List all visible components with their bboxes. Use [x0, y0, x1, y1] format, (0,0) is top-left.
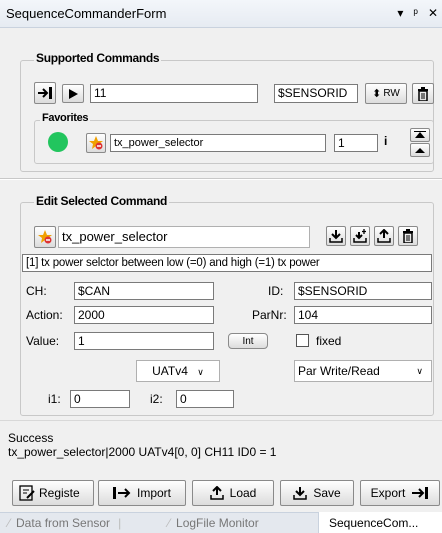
- command-name-field[interactable]: tx_power_selector: [58, 226, 310, 248]
- download-icon: [329, 230, 343, 243]
- edit-favorite-star-button[interactable]: [34, 226, 56, 248]
- pin-icon[interactable]: ᵖ: [413, 6, 418, 20]
- close-icon[interactable]: ✕: [428, 6, 438, 20]
- load-button[interactable]: Load: [192, 480, 274, 506]
- updown-arrow-icon: ⬍: [372, 88, 382, 100]
- title-controls: ▾ ᵖ ✕: [397, 6, 438, 20]
- delete-command-button[interactable]: [398, 226, 418, 246]
- command-description-field[interactable]: [1] tx power selctor between low (=0) an…: [22, 254, 432, 272]
- value-input[interactable]: 1: [74, 332, 214, 350]
- favorite-status-dot[interactable]: [48, 132, 68, 152]
- download-icon: [293, 487, 308, 500]
- favorite-info-label: i: [384, 134, 388, 148]
- mode-select-value: Par Write/Read: [298, 364, 380, 378]
- edit-command-title: Edit Selected Command: [34, 194, 170, 208]
- supported-commands-title: Supported Commands: [34, 51, 162, 65]
- play-button[interactable]: [62, 84, 84, 103]
- parnr-label: ParNr:: [252, 308, 287, 322]
- tab-sequence-commander[interactable]: SequenceCom...: [318, 512, 442, 533]
- parnr-input[interactable]: 104: [294, 306, 432, 324]
- edit-document-icon: [19, 485, 35, 501]
- bottom-toolbar: Registe Import Load Save Export: [0, 476, 442, 512]
- trash-icon: [403, 229, 413, 243]
- tab-sequence-commander-label: SequenceCom...: [329, 515, 419, 530]
- i2-label: i2:: [150, 392, 163, 406]
- protocol-select[interactable]: UATv4 ∨: [136, 360, 220, 382]
- arrow-into-bar-icon: [38, 87, 52, 99]
- status-line-2: tx_power_selector|2000 UATv4[0, 0] CH11 …: [8, 445, 277, 459]
- action-label: Action:: [26, 308, 63, 322]
- command-id-input[interactable]: 11: [90, 84, 258, 103]
- status-area: Success tx_power_selector|2000 UATv4[0, …: [0, 420, 442, 476]
- dropdown-arrow-icon[interactable]: ▾: [397, 6, 403, 20]
- upload-icon: [377, 229, 391, 243]
- favorite-index-field[interactable]: 1: [334, 134, 378, 152]
- import-label: Import: [136, 486, 171, 500]
- download-button[interactable]: [326, 226, 346, 246]
- tab-divider-icon: ⁄: [8, 515, 11, 530]
- tab-logfile-monitor[interactable]: ⁄ LogFile Monitor: [168, 512, 310, 533]
- import-arrow-icon: [112, 487, 131, 499]
- export-label: Export: [370, 486, 406, 500]
- tab-logfile-monitor-label: LogFile Monitor: [176, 515, 259, 530]
- sensor-id-input[interactable]: $SENSORID: [274, 84, 358, 103]
- insert-command-button[interactable]: [34, 82, 56, 104]
- read-write-button[interactable]: ⬍ RW: [365, 83, 407, 104]
- save-label: Save: [313, 486, 341, 500]
- supported-commands-panel: Supported Commands 11 $SENSORID ⬍ RW Fav…: [0, 28, 442, 178]
- id-label: ID:: [268, 284, 284, 298]
- window-title: SequenceCommanderForm: [6, 6, 167, 21]
- star-delete-icon: [89, 136, 103, 150]
- status-line-1: Success: [8, 431, 54, 445]
- favorite-star-button[interactable]: [86, 133, 106, 153]
- download-plus-button[interactable]: [350, 226, 370, 246]
- protocol-select-value: UATv4: [152, 364, 188, 378]
- window-title-bar: SequenceCommanderForm ▾ ᵖ ✕: [0, 0, 442, 28]
- load-label: Load: [229, 486, 257, 500]
- tab-data-from-sensor[interactable]: ⁄ Data from Sensor |: [8, 512, 168, 533]
- mode-select[interactable]: Par Write/Read ∨: [294, 360, 432, 382]
- scroll-down-button[interactable]: [410, 143, 430, 157]
- download-plus-icon: [353, 229, 367, 243]
- export-arrow-icon: [412, 487, 429, 499]
- register-label: Registe: [39, 486, 80, 500]
- chevron-down-icon: ∨: [197, 367, 204, 377]
- upload-button[interactable]: [374, 226, 394, 246]
- chevron-down-icon: ∨: [416, 366, 423, 376]
- fixed-label: fixed: [316, 334, 342, 348]
- ch-input[interactable]: $CAN: [74, 282, 214, 300]
- int-type-button[interactable]: Int: [228, 333, 268, 349]
- upload-icon: [209, 486, 224, 500]
- i1-label: i1:: [48, 392, 61, 406]
- tab-separator: |: [118, 515, 122, 530]
- tab-divider-icon: ⁄: [168, 515, 171, 530]
- tab-data-from-sensor-label: Data from Sensor: [16, 515, 111, 530]
- export-button[interactable]: Export: [360, 480, 440, 506]
- trash-icon: [418, 86, 428, 101]
- i1-input[interactable]: 0: [70, 390, 130, 408]
- star-delete-icon: [38, 230, 52, 244]
- play-icon: [69, 88, 78, 99]
- favorites-title: Favorites: [40, 112, 91, 124]
- ch-label: CH:: [26, 284, 47, 298]
- triangle-down-icon: [415, 148, 425, 153]
- favorite-name-field[interactable]: tx_power_selector: [110, 134, 326, 152]
- i2-input[interactable]: 0: [176, 390, 234, 408]
- scroll-up-button[interactable]: [410, 128, 430, 142]
- id-input[interactable]: $SENSORID: [294, 282, 432, 300]
- rw-label: RW: [383, 88, 400, 99]
- save-button[interactable]: Save: [280, 480, 354, 506]
- import-button[interactable]: Import: [98, 480, 186, 506]
- register-button[interactable]: Registe: [12, 480, 94, 506]
- action-input[interactable]: 2000: [74, 306, 214, 324]
- delete-supported-button[interactable]: [412, 83, 434, 104]
- fixed-checkbox[interactable]: [296, 334, 309, 347]
- edit-command-panel: Edit Selected Command tx_power_selector …: [0, 180, 442, 420]
- value-label: Value:: [26, 334, 60, 348]
- triangle-up-icon: [414, 131, 426, 138]
